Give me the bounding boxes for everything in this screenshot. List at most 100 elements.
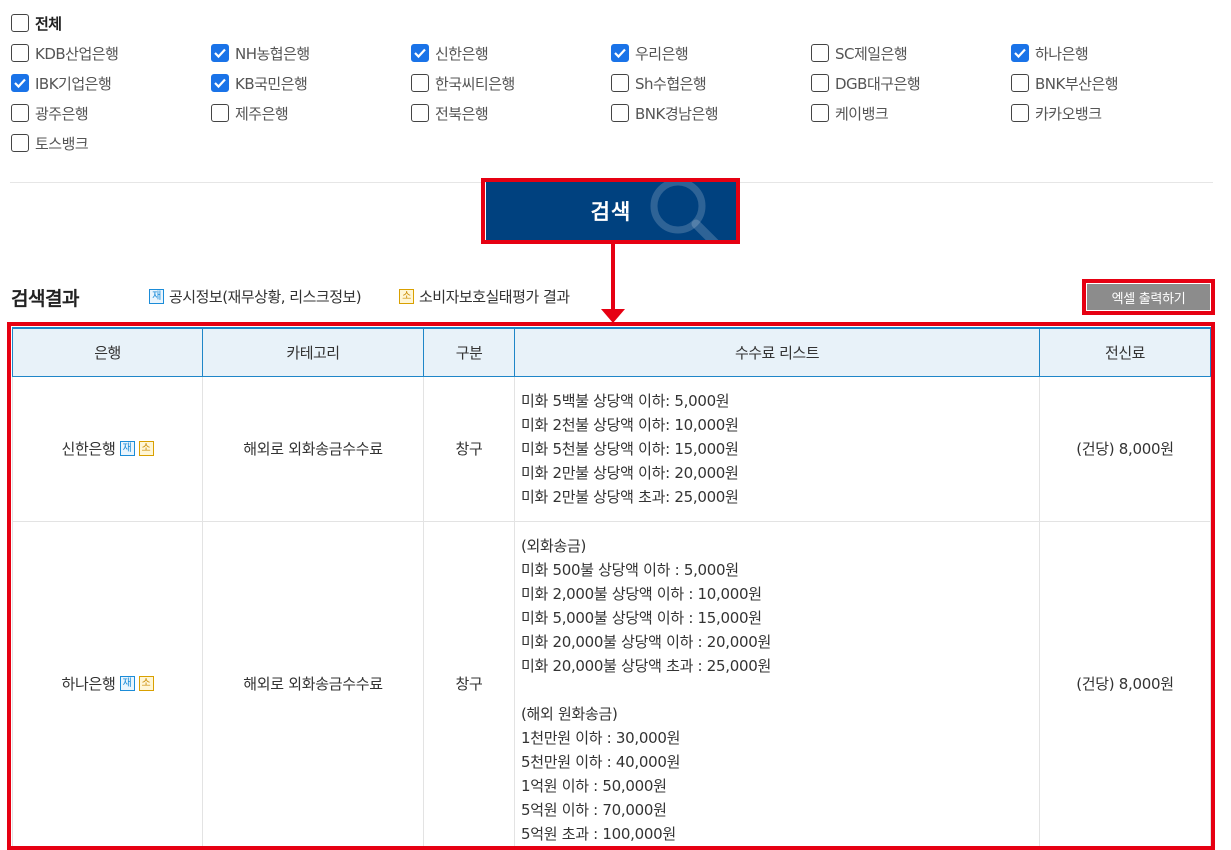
checkbox-all[interactable]: 전체	[11, 12, 62, 34]
checkbox-bank[interactable]: 신한은행	[411, 42, 489, 64]
fee-line: 미화 2만불 상당액 이하: 20,000원	[521, 463, 739, 482]
checkbox-box[interactable]	[811, 74, 829, 92]
checkbox-box[interactable]	[411, 74, 429, 92]
fee-line: 5억원 이하 : 70,000원	[521, 800, 667, 819]
fee-line: 미화 5백불 상당액 이하: 5,000원	[521, 391, 730, 410]
checkbox-label: NH농협은행	[235, 44, 310, 63]
legend-disclosure-text: 공시정보(재무상황, 리스크정보)	[169, 288, 362, 306]
search-button-label: 검색	[590, 200, 632, 224]
excel-export-button[interactable]: 엑셀 출력하기	[1087, 284, 1210, 310]
checkbox-box[interactable]	[411, 104, 429, 122]
fee-line: 미화 20,000불 상당액 초과 : 25,000원	[521, 656, 771, 675]
header-category: 카테고리	[202, 327, 424, 377]
checkbox-box[interactable]	[11, 44, 29, 62]
checkbox-label: 제주은행	[235, 104, 289, 123]
checkbox-label: KB국민은행	[235, 74, 308, 93]
checkbox-label: 신한은행	[435, 44, 489, 63]
checkbox-bank[interactable]: IBK기업은행	[11, 72, 112, 94]
checkbox-label: 우리은행	[635, 44, 689, 63]
checkbox-bank[interactable]: BNK부산은행	[1011, 72, 1119, 94]
checkbox-box[interactable]	[211, 44, 229, 62]
table-row: 신한은행 재 소 해외로 외화송금수수료 창구 미화 5백불 상당액 이하: 5…	[12, 376, 1211, 522]
table-header-row: 은행 카테고리 구분 수수료 리스트 전신료	[12, 327, 1211, 377]
fee-line: (외화송금)	[521, 536, 587, 555]
disclosure-tag-icon[interactable]: 재	[119, 676, 135, 691]
checkbox-bank[interactable]: 하나은행	[1011, 42, 1089, 64]
checkbox-bank[interactable]: 한국씨티은행	[411, 72, 515, 94]
search-magnifier-icon	[650, 182, 719, 240]
cell-type: 창구	[423, 521, 515, 847]
cell-type: 창구	[423, 376, 515, 522]
checkbox-box[interactable]	[1011, 74, 1029, 92]
checkbox-label: 토스뱅크	[35, 134, 89, 153]
checkbox-bank[interactable]: 케이뱅크	[811, 102, 889, 124]
fee-line: (해외 원화송금)	[521, 704, 618, 723]
fee-line: 미화 5,000불 상당액 이하 : 15,000원	[521, 608, 762, 627]
disclosure-tag-icon[interactable]: 재	[119, 441, 135, 456]
check-icon	[214, 78, 226, 89]
legend-consumer-text: 소비자보호실태평가 결과	[419, 288, 570, 306]
checkbox-bank[interactable]: BNK경남은행	[611, 102, 719, 124]
checkbox-box[interactable]	[411, 44, 429, 62]
check-icon	[414, 48, 426, 59]
cell-category: 해외로 외화송금수수료	[202, 521, 424, 847]
consumer-tag-icon[interactable]: 소	[138, 676, 154, 691]
checkbox-bank[interactable]: NH농협은행	[211, 42, 310, 64]
checkbox-box[interactable]	[1011, 104, 1029, 122]
fee-line: 1천만원 이하 : 30,000원	[521, 728, 681, 747]
checkbox-box[interactable]	[611, 44, 629, 62]
checkbox-bank[interactable]: 카카오뱅크	[1011, 102, 1102, 124]
checkbox-bank[interactable]: KDB산업은행	[11, 42, 119, 64]
checkbox-box[interactable]	[611, 74, 629, 92]
search-button[interactable]: 검색	[486, 182, 736, 240]
checkbox-bank[interactable]: Sh수협은행	[611, 72, 707, 94]
checkbox-label: 카카오뱅크	[1035, 104, 1102, 123]
fee-gap	[521, 678, 1039, 702]
bank-name[interactable]: 신한은행	[61, 438, 115, 459]
checkbox-box[interactable]	[611, 104, 629, 122]
fee-line: 미화 2천불 상당액 이하: 10,000원	[521, 415, 739, 434]
cell-telegraph-fee: (건당) 8,000원	[1039, 376, 1211, 522]
checkbox-bank[interactable]: 광주은행	[11, 102, 89, 124]
checkbox-box[interactable]	[811, 104, 829, 122]
disclosure-tag-icon: 재	[149, 289, 164, 304]
checkbox-bank[interactable]: 전북은행	[411, 102, 489, 124]
checkbox-label: 하나은행	[1035, 44, 1089, 63]
checkbox-box[interactable]	[811, 44, 829, 62]
check-icon	[614, 48, 626, 59]
checkbox-box[interactable]	[11, 104, 29, 122]
checkbox-box[interactable]	[11, 74, 29, 92]
cell-telegraph-fee: (건당) 8,000원	[1039, 521, 1211, 847]
checkbox-box[interactable]	[11, 134, 29, 152]
fee-line: 미화 5천불 상당액 이하: 15,000원	[521, 439, 739, 458]
bank-name[interactable]: 하나은행	[61, 673, 115, 694]
checkbox-bank[interactable]: 우리은행	[611, 42, 689, 64]
checkbox-box[interactable]	[211, 74, 229, 92]
checkbox-label: 케이뱅크	[835, 104, 889, 123]
checkbox-label: 전체	[35, 14, 62, 33]
results-title: 검색결과	[11, 288, 79, 310]
cell-bank: 하나은행 재 소	[12, 521, 203, 847]
checkbox-box[interactable]	[1011, 44, 1029, 62]
check-icon	[14, 78, 26, 89]
checkbox-label: BNK경남은행	[635, 104, 719, 123]
legend-disclosure: 재 공시정보(재무상황, 리스크정보)	[149, 286, 362, 307]
checkbox-bank[interactable]: DGB대구은행	[811, 72, 921, 94]
annotation-arrow	[611, 244, 615, 312]
checkbox-bank[interactable]: SC제일은행	[811, 42, 908, 64]
checkbox-label: Sh수협은행	[635, 74, 707, 93]
legend-consumer: 소 소비자보호실태평가 결과	[399, 286, 570, 307]
checkbox-box[interactable]	[211, 104, 229, 122]
header-fee-list: 수수료 리스트	[514, 327, 1040, 377]
consumer-tag-icon[interactable]: 소	[138, 441, 154, 456]
header-bank: 은행	[12, 327, 203, 377]
checkbox-label: IBK기업은행	[35, 74, 112, 93]
checkbox-label: KDB산업은행	[35, 44, 119, 63]
cell-fee-list: 미화 5백불 상당액 이하: 5,000원 미화 2천불 상당액 이하: 10,…	[514, 376, 1040, 522]
check-icon	[214, 48, 226, 59]
annotation-arrow-head	[601, 309, 625, 323]
checkbox-bank[interactable]: 토스뱅크	[11, 132, 89, 154]
checkbox-bank[interactable]: 제주은행	[211, 102, 289, 124]
checkbox-bank[interactable]: KB국민은행	[211, 72, 308, 94]
checkbox-box[interactable]	[11, 14, 29, 32]
